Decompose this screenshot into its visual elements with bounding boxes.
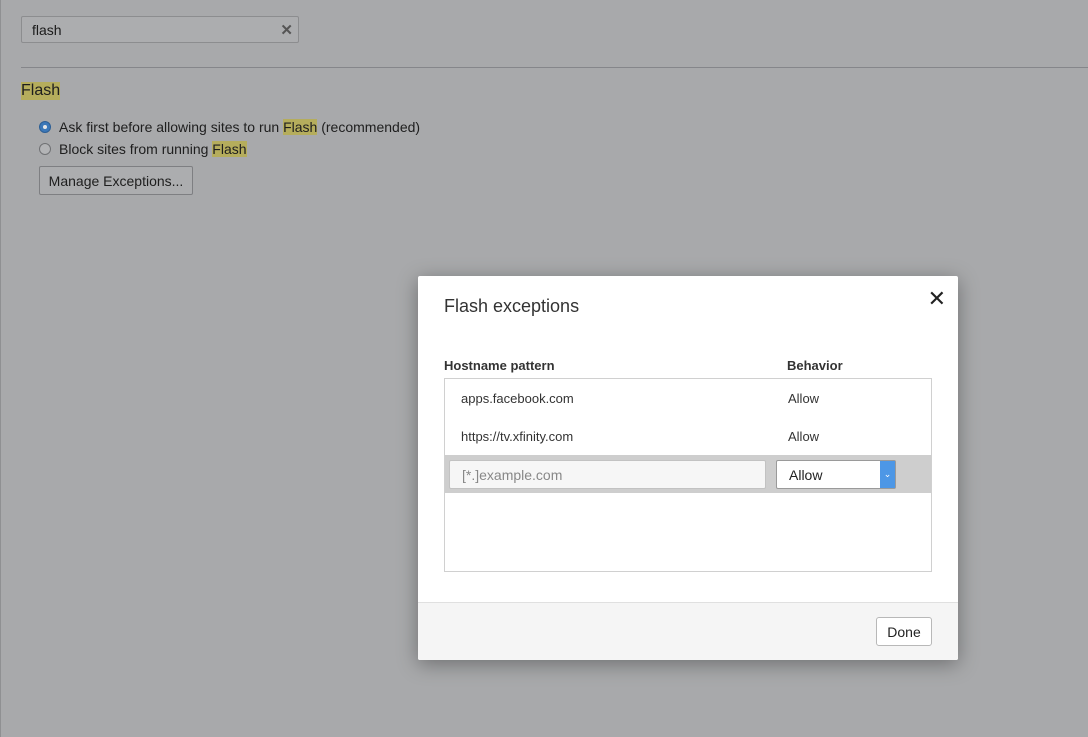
behavior-select-value: Allow [789, 467, 823, 483]
radio-ask-first[interactable]: Ask first before allowing sites to run F… [39, 119, 420, 135]
radio-label: Ask first before allowing sites to run F… [59, 119, 421, 135]
page-border [0, 0, 1, 737]
exceptions-list: apps.facebook.com Allow https://tv.xfini… [444, 378, 932, 572]
radio-button[interactable] [39, 121, 51, 133]
close-icon[interactable]: ✕ [928, 286, 946, 312]
list-item[interactable]: https://tv.xfinity.com Allow [445, 417, 931, 455]
behavior: Allow [788, 391, 820, 406]
column-header-hostname: Hostname pattern [444, 358, 555, 373]
hostname: https://tv.xfinity.com [461, 429, 574, 444]
behavior-select[interactable]: Allow ⌄ [776, 460, 896, 489]
new-exception-row: Allow ⌄ [445, 455, 931, 493]
flash-exceptions-dialog: Flash exceptions ✕ Hostname pattern Beha… [418, 276, 958, 660]
chevron-down-icon: ⌄ [880, 461, 895, 488]
behavior: Allow [788, 429, 820, 444]
hostname: apps.facebook.com [461, 391, 574, 406]
divider [21, 67, 1088, 68]
section-title: Flash [21, 82, 61, 100]
dialog-title: Flash exceptions [444, 296, 580, 316]
list-item[interactable]: apps.facebook.com Allow [445, 379, 931, 417]
radio-button[interactable] [39, 143, 51, 155]
search-box[interactable]: ✕ [21, 16, 299, 43]
hostname-pattern-input[interactable] [449, 460, 766, 489]
dialog-footer: Done [418, 602, 958, 660]
column-header-behavior: Behavior [787, 358, 843, 373]
done-button[interactable]: Done [876, 617, 932, 646]
close-icon[interactable]: ✕ [280, 21, 293, 39]
search-input[interactable] [32, 21, 272, 39]
manage-exceptions-button[interactable]: Manage Exceptions... [39, 166, 193, 195]
radio-label: Block sites from running Flash [59, 141, 247, 157]
radio-block[interactable]: Block sites from running Flash [39, 141, 247, 157]
